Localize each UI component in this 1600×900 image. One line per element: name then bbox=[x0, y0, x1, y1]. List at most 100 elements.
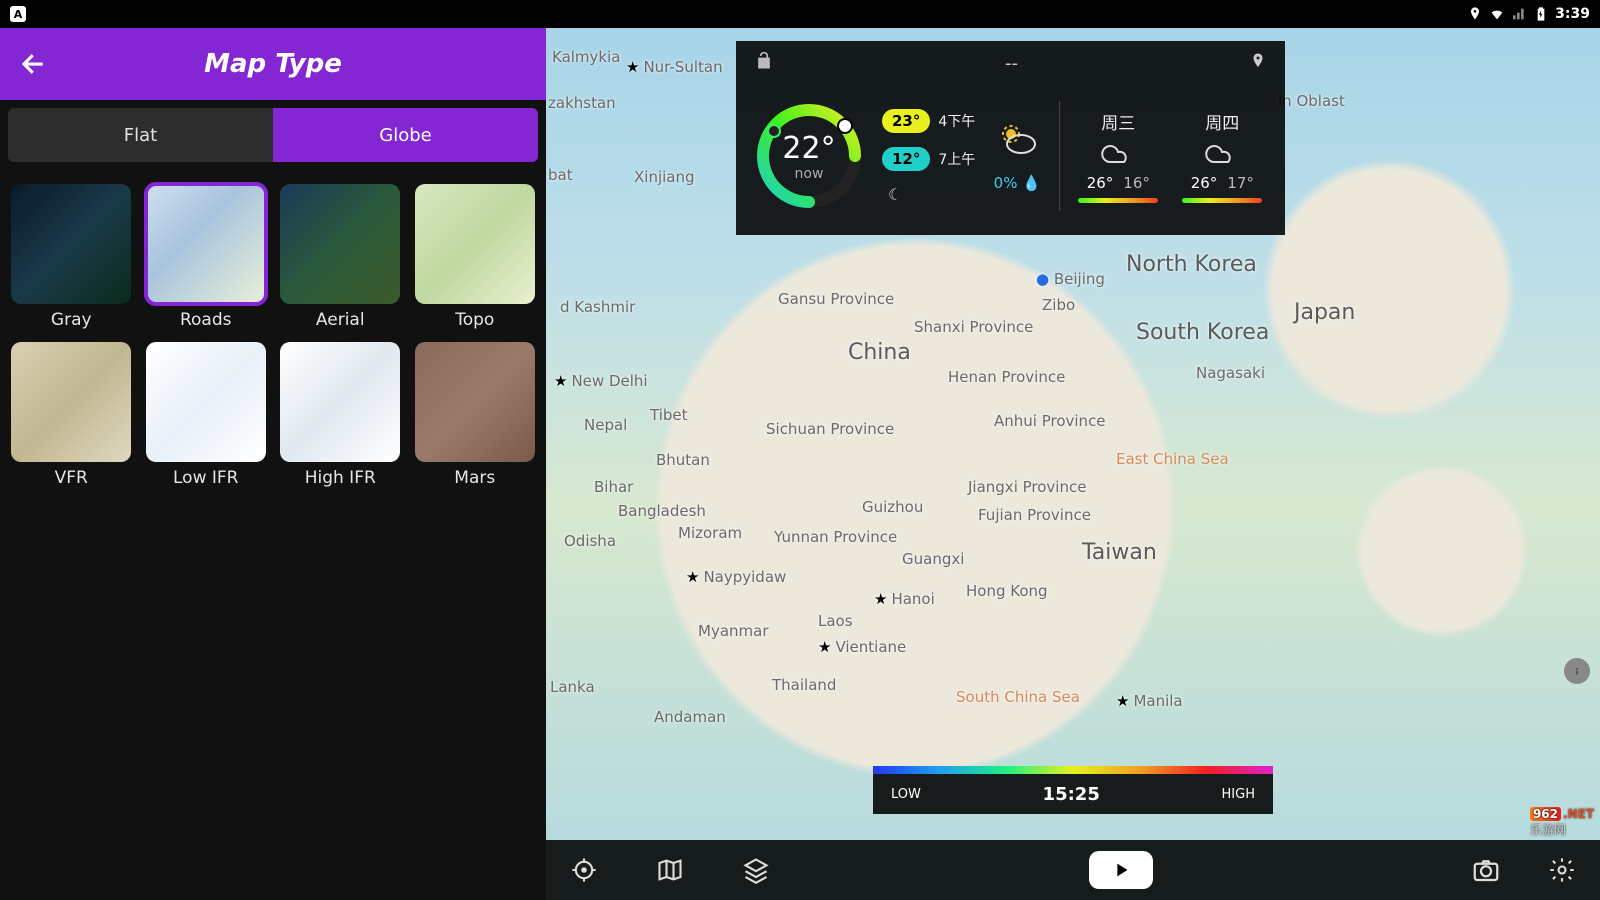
map-label: ★New Delhi bbox=[554, 372, 648, 390]
map-label: Shanxi Province bbox=[914, 318, 1033, 336]
high-temp-time: 4下午 bbox=[938, 111, 975, 131]
back-button[interactable] bbox=[14, 44, 54, 84]
map-label: Mizoram bbox=[678, 524, 742, 542]
forecast-day-1[interactable]: 周三 26°16° bbox=[1078, 109, 1158, 203]
map-type-high-ifr[interactable]: High IFR bbox=[279, 342, 402, 488]
weather-map[interactable]: ★Nur-Sultan Kalmykia zakhstan bat Xinjia… bbox=[546, 28, 1600, 900]
wifi-icon bbox=[1489, 6, 1505, 22]
cloud-icon bbox=[1098, 140, 1138, 168]
map-label: Bihar bbox=[594, 478, 633, 496]
forecast-day-2[interactable]: 周四 26°17° bbox=[1182, 109, 1262, 203]
intensity-gradient bbox=[873, 766, 1273, 774]
map-type-roads[interactable]: Roads bbox=[145, 184, 268, 330]
temp-range-bar bbox=[1182, 198, 1262, 203]
map-label: ★Hanoi bbox=[874, 590, 935, 608]
map-label: Sichuan Province bbox=[766, 420, 894, 438]
map-label: Guangxi bbox=[902, 550, 964, 568]
map-label: Guizhou bbox=[862, 498, 923, 516]
intensity-low-label: LOW bbox=[891, 787, 921, 802]
locate-button[interactable] bbox=[566, 852, 602, 888]
map-label: in Oblast bbox=[1278, 92, 1345, 110]
panel-title: Map Type bbox=[0, 49, 546, 79]
intensity-high-label: HIGH bbox=[1222, 787, 1255, 802]
map-label: Odisha bbox=[564, 532, 616, 550]
clock-text: 3:39 bbox=[1555, 6, 1590, 22]
radar-timeline[interactable]: LOW 15:25 HIGH bbox=[873, 766, 1273, 814]
map-label: Anhui Province bbox=[994, 412, 1106, 430]
battery-charging-icon bbox=[1533, 6, 1549, 22]
map-button[interactable] bbox=[652, 852, 688, 888]
map-label: Laos bbox=[818, 612, 853, 630]
map-type-topo[interactable]: Topo bbox=[414, 184, 537, 330]
precip-chance: 0% 💧 bbox=[994, 174, 1041, 192]
map-label: Gansu Province bbox=[778, 290, 894, 308]
map-label: Japan bbox=[1294, 300, 1355, 325]
info-fab[interactable] bbox=[1564, 658, 1590, 684]
map-label: Andaman bbox=[654, 708, 726, 726]
temp-range-bar bbox=[1078, 198, 1158, 203]
map-type-low-ifr[interactable]: Low IFR bbox=[145, 342, 268, 488]
map-label: South China Sea bbox=[956, 688, 1080, 706]
map-label: Yunnan Province bbox=[774, 528, 897, 546]
map-label: Xinjiang bbox=[634, 168, 695, 186]
forecast-day-name: 周四 bbox=[1205, 109, 1239, 134]
settings-button[interactable] bbox=[1544, 852, 1580, 888]
tab-globe[interactable]: Globe bbox=[273, 108, 538, 162]
map-label: Taiwan bbox=[1082, 540, 1157, 565]
map-label: China bbox=[848, 340, 911, 365]
map-label: d Kashmir bbox=[560, 298, 635, 316]
map-label: Fujian Province bbox=[978, 506, 1091, 524]
map-type-gray[interactable]: Gray bbox=[10, 184, 133, 330]
map-label: ★Vientiane bbox=[818, 638, 906, 656]
forecast-day-name: 周三 bbox=[1101, 109, 1135, 134]
map-label: Nepal bbox=[584, 416, 627, 434]
map-label: Bangladesh bbox=[618, 502, 706, 520]
map-type-panel: Map Type Flat Globe Gray Roads Aerial To… bbox=[0, 28, 546, 900]
play-button[interactable] bbox=[1089, 851, 1153, 889]
high-temp-pill: 23° bbox=[882, 109, 930, 133]
map-toolbar bbox=[546, 840, 1600, 900]
app-indicator-icon: A bbox=[10, 6, 26, 22]
low-temp-time: 7上午 bbox=[938, 149, 975, 169]
camera-button[interactable] bbox=[1468, 852, 1504, 888]
pin-icon[interactable] bbox=[1249, 49, 1267, 77]
map-label: Zibo bbox=[1042, 296, 1075, 314]
lock-icon[interactable] bbox=[754, 49, 774, 77]
map-type-mars[interactable]: Mars bbox=[414, 342, 537, 488]
low-temp-pill: 12° bbox=[882, 147, 930, 171]
map-label: South Korea bbox=[1136, 320, 1269, 345]
map-label: Tibet bbox=[650, 406, 688, 424]
partly-sunny-icon bbox=[993, 120, 1041, 168]
location-icon bbox=[1467, 6, 1483, 22]
map-type-aerial[interactable]: Aerial bbox=[279, 184, 402, 330]
current-temp: 22° bbox=[782, 131, 835, 166]
map-label: Kalmykia bbox=[552, 48, 620, 66]
map-type-vfr[interactable]: VFR bbox=[10, 342, 133, 488]
map-label: Bhutan bbox=[656, 451, 710, 469]
map-label: ★Naypyidaw bbox=[686, 568, 786, 586]
map-label: ★Nur-Sultan bbox=[626, 58, 723, 76]
site-watermark: 962.NET 乐游网 bbox=[1530, 807, 1594, 838]
map-label: East China Sea bbox=[1116, 450, 1229, 468]
signal-icon bbox=[1511, 6, 1527, 22]
weather-widget[interactable]: -- 22° now bbox=[736, 41, 1285, 235]
tab-flat[interactable]: Flat bbox=[8, 108, 273, 162]
map-label: ● Beijing bbox=[1036, 270, 1105, 288]
map-label: Lanka bbox=[550, 678, 595, 696]
temperature-gauge: 22° now bbox=[754, 101, 864, 211]
map-label: zakhstan bbox=[548, 94, 616, 112]
map-type-grid: Gray Roads Aerial Topo VFR Low IFR High … bbox=[0, 170, 546, 502]
now-label: now bbox=[795, 166, 824, 182]
map-label: Nagasaki bbox=[1196, 364, 1265, 382]
map-label: Thailand bbox=[772, 676, 836, 694]
moon-icon: ☾ bbox=[888, 185, 975, 204]
map-label: Henan Province bbox=[948, 368, 1065, 386]
map-label: bat bbox=[548, 166, 573, 184]
timeline-time: 15:25 bbox=[1043, 784, 1100, 805]
divider bbox=[1059, 101, 1060, 211]
cloud-icon bbox=[1202, 140, 1242, 168]
layers-button[interactable] bbox=[738, 852, 774, 888]
android-status-bar: A 3:39 bbox=[0, 0, 1600, 28]
map-label: Hong Kong bbox=[966, 582, 1048, 600]
map-label: ★Manila bbox=[1116, 692, 1183, 710]
